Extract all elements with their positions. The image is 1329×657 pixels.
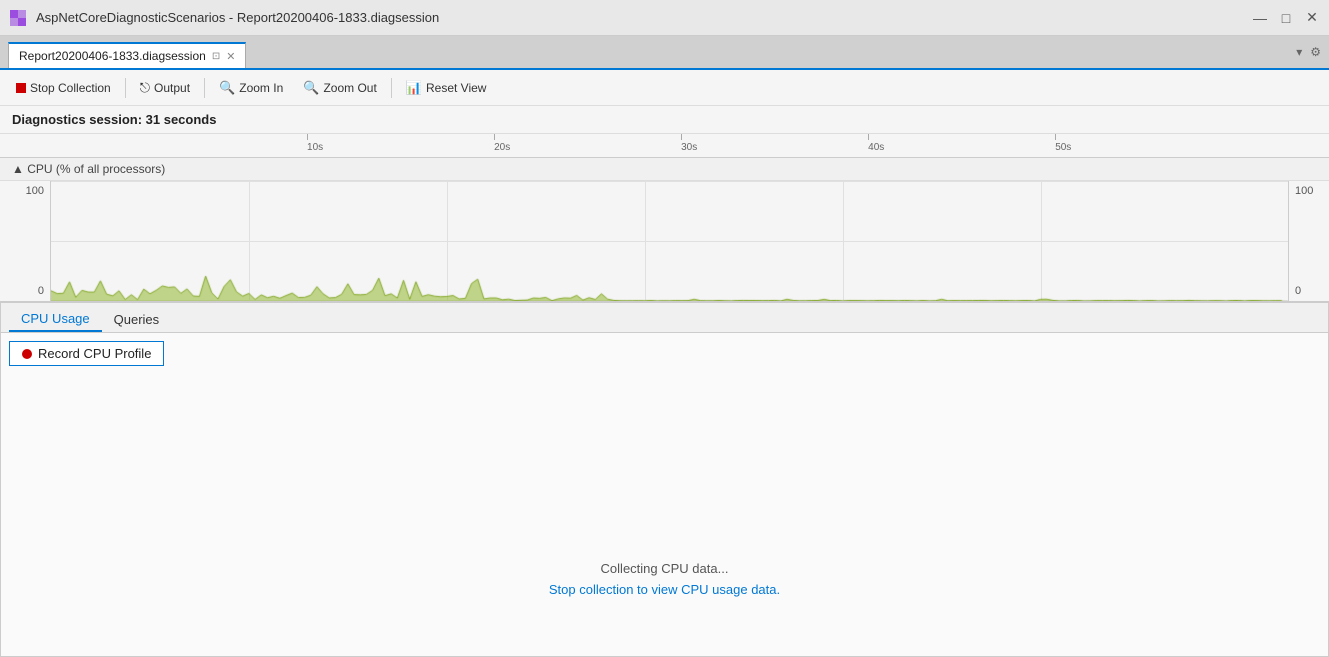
reset-view-button[interactable]: 📊 Reset View	[398, 77, 495, 99]
diagnostics-session-label: Diagnostics session: 31 seconds	[12, 112, 216, 127]
zoom-in-label: Zoom In	[239, 81, 283, 95]
tick-20s: 20s	[494, 142, 510, 153]
zoom-in-icon: 🔍	[219, 80, 235, 96]
stop-collection-link[interactable]: Stop collection to view CPU usage data.	[549, 582, 780, 597]
maximize-button[interactable]: □	[1277, 9, 1295, 27]
tab-label: Report20200406-1833.diagsession	[19, 49, 206, 63]
tab-pin-icon[interactable]: ⊡	[212, 51, 220, 62]
tick-50s: 50s	[1055, 142, 1071, 153]
output-label: Output	[154, 81, 190, 95]
tab-dropdown-icon[interactable]: ▾	[1296, 45, 1302, 59]
record-cpu-label: Record CPU Profile	[38, 346, 151, 361]
cpu-chart-section: ▲ CPU (% of all processors) 100 0 100 0	[0, 158, 1329, 302]
chart-canvas	[50, 181, 1289, 301]
y-min-right-label: 0	[1295, 285, 1301, 297]
record-dot-icon	[22, 349, 32, 359]
title-bar: AspNetCoreDiagnosticScenarios - Report20…	[0, 0, 1329, 36]
chart-title-label: ▲ CPU (% of all processors)	[12, 162, 165, 176]
toolbar-separator-3	[391, 78, 392, 98]
collecting-msg: Collecting CPU data...	[601, 561, 729, 576]
bottom-panel: CPU Usage Queries Record CPU Profile Col…	[0, 302, 1329, 657]
window-controls: — □ ✕	[1251, 9, 1321, 27]
zoom-in-button[interactable]: 🔍 Zoom In	[211, 77, 291, 99]
chart-area: 100 0 100 0	[0, 181, 1329, 301]
center-message: Collecting CPU data... Stop collection t…	[1, 503, 1328, 657]
output-icon: ⎋	[140, 80, 150, 96]
tab-settings-icon[interactable]: ⚙	[1310, 45, 1321, 59]
tab-bar-actions: ▾ ⚙	[1296, 45, 1321, 59]
timeline-ruler: 10s 20s 30s 40s 50s	[0, 134, 1329, 158]
y-max-label: 100	[26, 185, 44, 197]
toolbar: Stop Collection ⎋ Output 🔍 Zoom In 🔍 Zoo…	[0, 70, 1329, 106]
record-cpu-profile-button[interactable]: Record CPU Profile	[9, 341, 164, 366]
diagnostics-header: Diagnostics session: 31 seconds	[0, 106, 1329, 134]
y-max-right-label: 100	[1295, 185, 1313, 197]
app-title: AspNetCoreDiagnosticScenarios - Report20…	[36, 10, 1251, 25]
toolbar-separator-1	[125, 78, 126, 98]
close-button[interactable]: ✕	[1303, 9, 1321, 27]
chart-y-axis-right: 100 0	[1289, 181, 1329, 301]
zoom-out-button[interactable]: 🔍 Zoom Out	[295, 77, 385, 99]
ruler-ticks: 10s 20s 30s 40s 50s	[120, 134, 1289, 155]
bottom-content: Record CPU Profile	[1, 333, 1328, 503]
stop-collection-label: Stop Collection	[30, 81, 111, 95]
app-logo	[8, 8, 28, 28]
tick-10s: 10s	[307, 142, 323, 153]
chart-y-axis-left: 100 0	[0, 181, 50, 301]
minimize-button[interactable]: —	[1251, 9, 1269, 27]
output-button[interactable]: ⎋ Output	[132, 77, 198, 99]
y-min-label: 0	[38, 285, 44, 297]
chart-title: ▲ CPU (% of all processors)	[0, 158, 1329, 181]
diagsession-tab[interactable]: Report20200406-1833.diagsession ⊡ ✕	[8, 42, 246, 68]
bottom-tab-bar: CPU Usage Queries	[1, 303, 1328, 333]
cpu-chart-canvas	[51, 181, 1288, 301]
tick-40s: 40s	[868, 142, 884, 153]
tab-queries[interactable]: Queries	[102, 307, 172, 332]
tick-30s: 30s	[681, 142, 697, 153]
zoom-out-icon: 🔍	[303, 80, 319, 96]
reset-view-icon: 📊	[406, 80, 422, 96]
tab-close-icon[interactable]: ✕	[226, 50, 235, 63]
stop-icon	[16, 83, 26, 93]
tab-bar: Report20200406-1833.diagsession ⊡ ✕ ▾ ⚙	[0, 36, 1329, 70]
tab-cpu-usage[interactable]: CPU Usage	[9, 307, 102, 332]
zoom-out-label: Zoom Out	[323, 81, 376, 95]
stop-collection-button[interactable]: Stop Collection	[8, 78, 119, 98]
toolbar-separator-2	[204, 78, 205, 98]
reset-view-label: Reset View	[426, 81, 486, 95]
